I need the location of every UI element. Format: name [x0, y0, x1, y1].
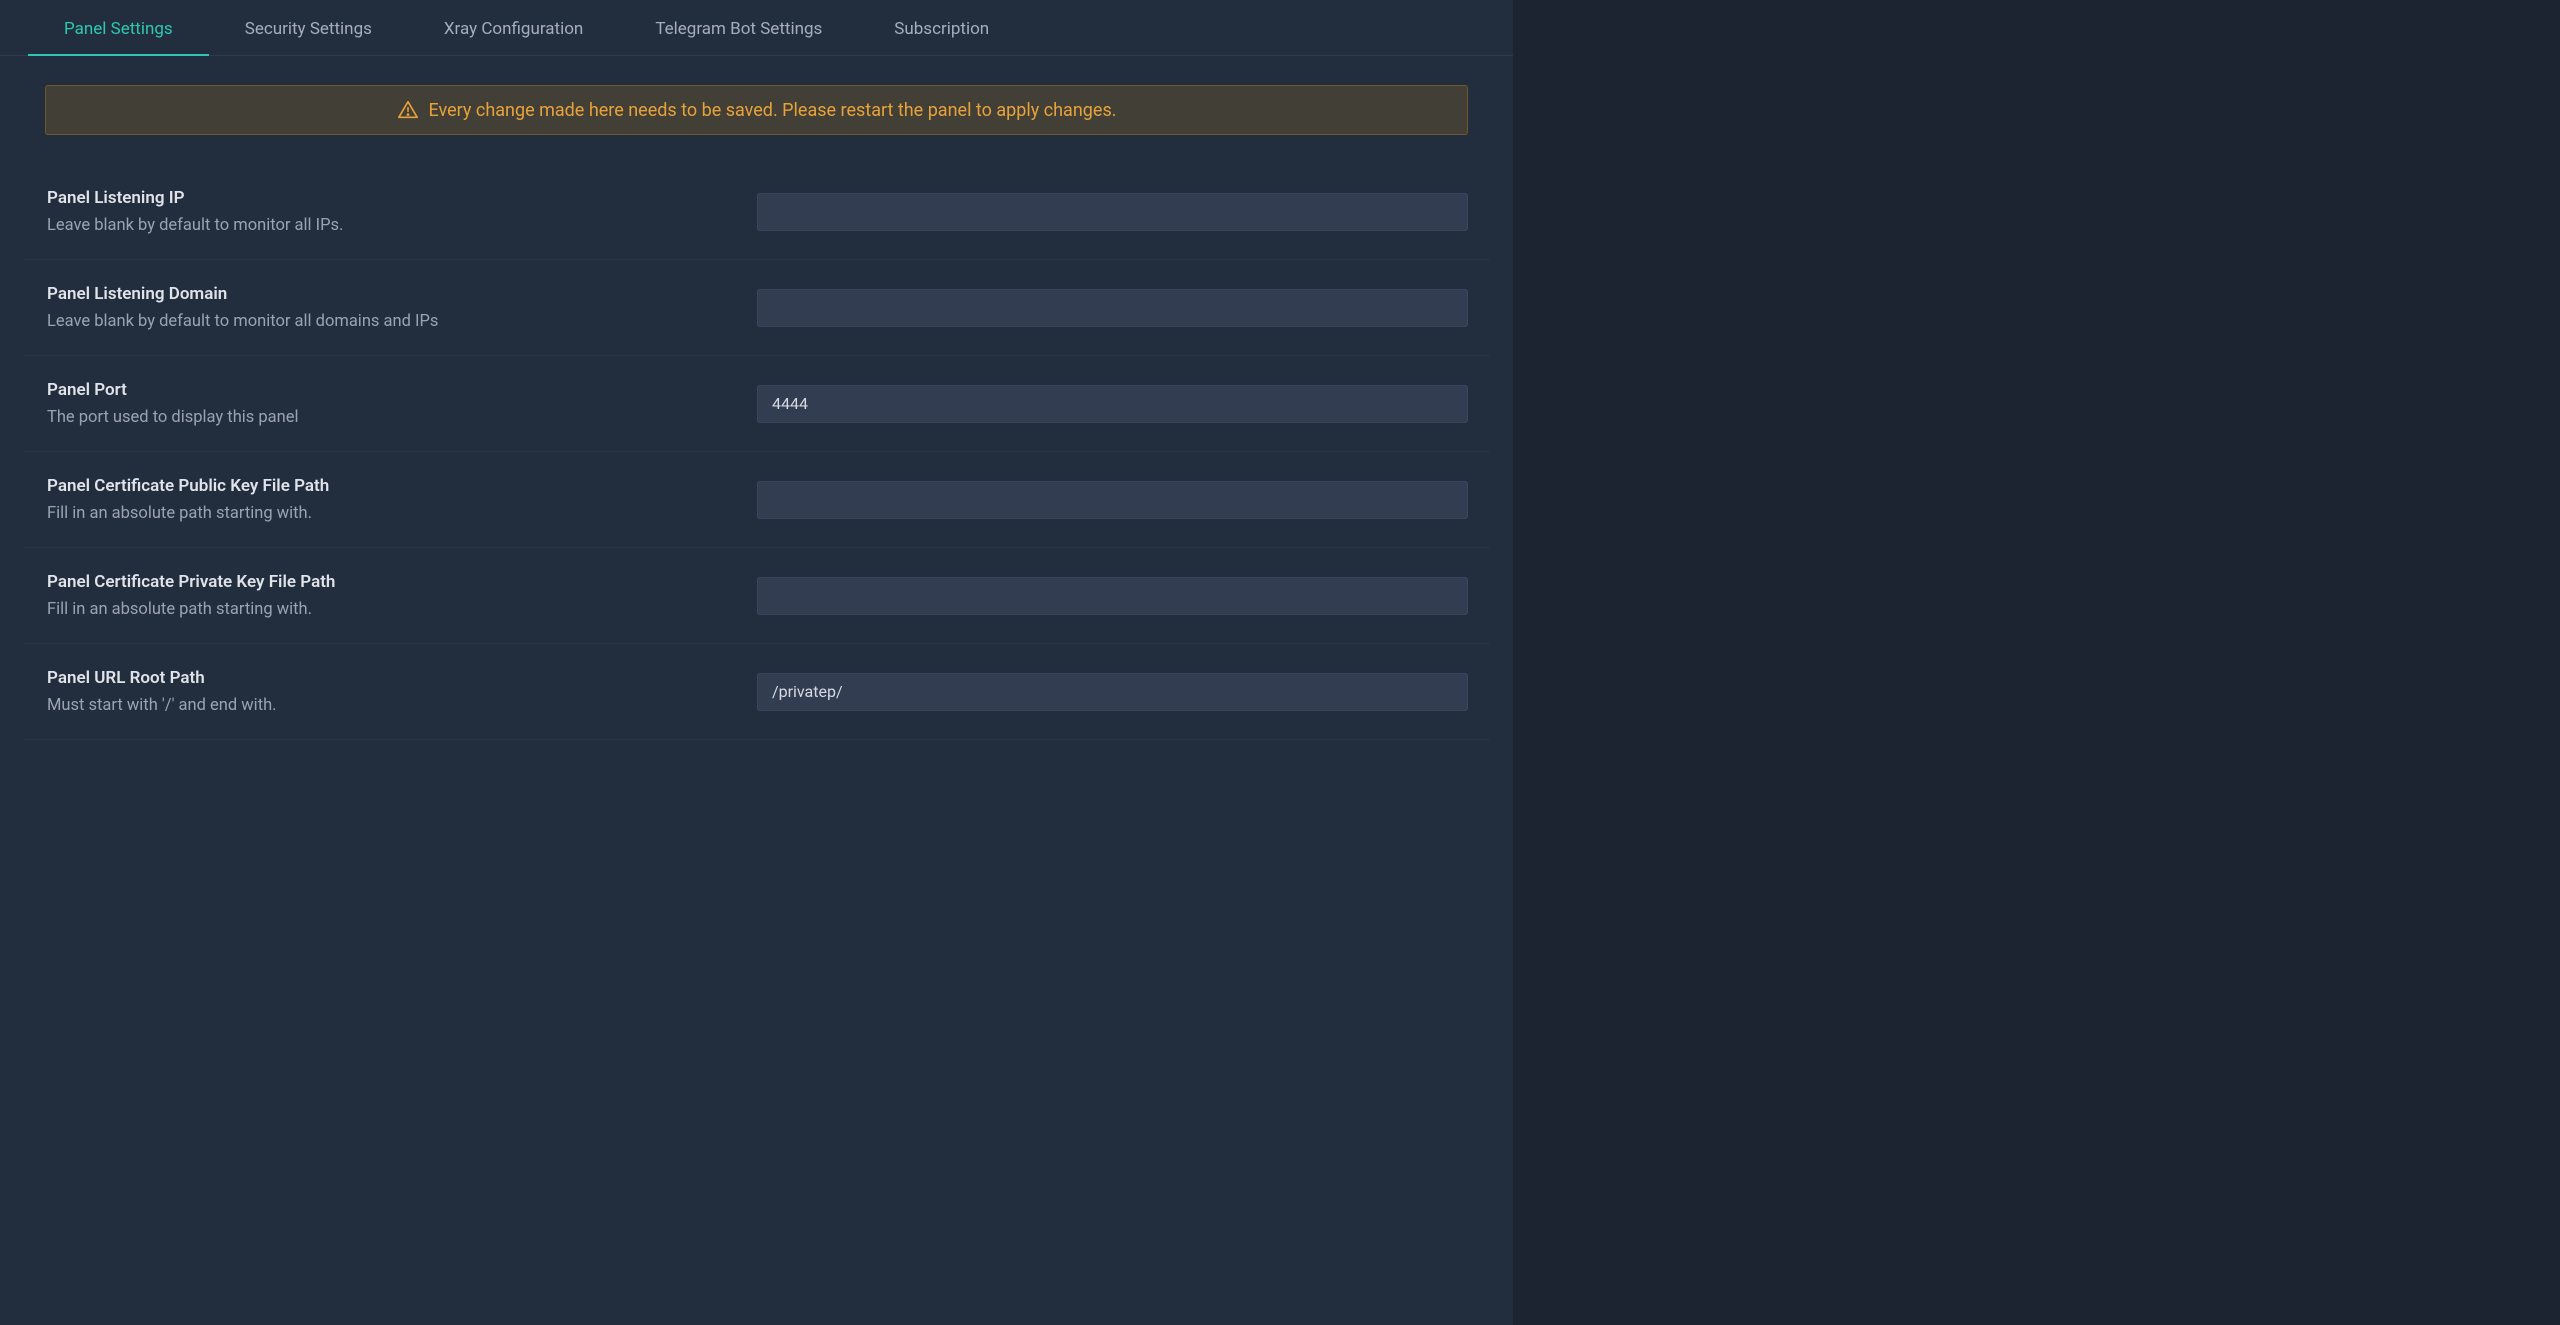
setting-title: Panel Listening IP	[47, 188, 757, 208]
url-root-path-input[interactable]	[757, 673, 1468, 711]
content-area: Every change made here needs to be saved…	[0, 56, 1513, 740]
setting-label-group: Panel Listening IP Leave blank by defaul…	[47, 188, 757, 235]
setting-title: Panel Port	[47, 380, 757, 400]
setting-title: Panel Certificate Public Key File Path	[47, 476, 757, 496]
cert-private-key-input[interactable]	[757, 577, 1468, 615]
setting-desc: Fill in an absolute path starting with.	[47, 600, 757, 619]
setting-input-wrap	[757, 193, 1468, 231]
setting-desc: The port used to display this panel	[47, 408, 757, 427]
setting-row-listening-ip: Panel Listening IP Leave blank by defaul…	[23, 164, 1490, 260]
listening-domain-input[interactable]	[757, 289, 1468, 327]
setting-label-group: Panel Certificate Public Key File Path F…	[47, 476, 757, 523]
setting-input-wrap	[757, 673, 1468, 711]
warning-icon	[397, 99, 419, 121]
tab-subscription[interactable]: Subscription	[858, 3, 1025, 55]
setting-desc: Fill in an absolute path starting with.	[47, 504, 757, 523]
setting-label-group: Panel Certificate Private Key File Path …	[47, 572, 757, 619]
listening-ip-input[interactable]	[757, 193, 1468, 231]
cert-public-key-input[interactable]	[757, 481, 1468, 519]
tab-bar: Panel Settings Security Settings Xray Co…	[0, 3, 1513, 56]
setting-row-port: Panel Port The port used to display this…	[23, 356, 1490, 452]
port-input[interactable]	[757, 385, 1468, 423]
setting-title: Panel Certificate Private Key File Path	[47, 572, 757, 592]
setting-label-group: Panel Listening Domain Leave blank by de…	[47, 284, 757, 331]
setting-label-group: Panel Port The port used to display this…	[47, 380, 757, 427]
setting-input-wrap	[757, 481, 1468, 519]
setting-desc: Leave blank by default to monitor all IP…	[47, 216, 757, 235]
setting-row-cert-private-key: Panel Certificate Private Key File Path …	[23, 548, 1490, 644]
setting-input-wrap	[757, 385, 1468, 423]
setting-desc: Must start with '/' and end with.	[47, 696, 757, 715]
setting-row-url-root-path: Panel URL Root Path Must start with '/' …	[23, 644, 1490, 740]
tab-security-settings[interactable]: Security Settings	[209, 3, 408, 55]
setting-title: Panel URL Root Path	[47, 668, 757, 688]
app-wrapper: Panel Settings Security Settings Xray Co…	[0, 0, 1513, 1325]
setting-label-group: Panel URL Root Path Must start with '/' …	[47, 668, 757, 715]
alert-banner: Every change made here needs to be saved…	[45, 85, 1468, 135]
tab-telegram-bot-settings[interactable]: Telegram Bot Settings	[619, 3, 858, 55]
setting-row-listening-domain: Panel Listening Domain Leave blank by de…	[23, 260, 1490, 356]
tab-panel-settings[interactable]: Panel Settings	[28, 3, 209, 55]
setting-desc: Leave blank by default to monitor all do…	[47, 312, 757, 331]
setting-input-wrap	[757, 289, 1468, 327]
setting-title: Panel Listening Domain	[47, 284, 757, 304]
alert-text: Every change made here needs to be saved…	[429, 100, 1117, 121]
tab-xray-configuration[interactable]: Xray Configuration	[408, 3, 619, 55]
setting-input-wrap	[757, 577, 1468, 615]
setting-row-cert-public-key: Panel Certificate Public Key File Path F…	[23, 452, 1490, 548]
